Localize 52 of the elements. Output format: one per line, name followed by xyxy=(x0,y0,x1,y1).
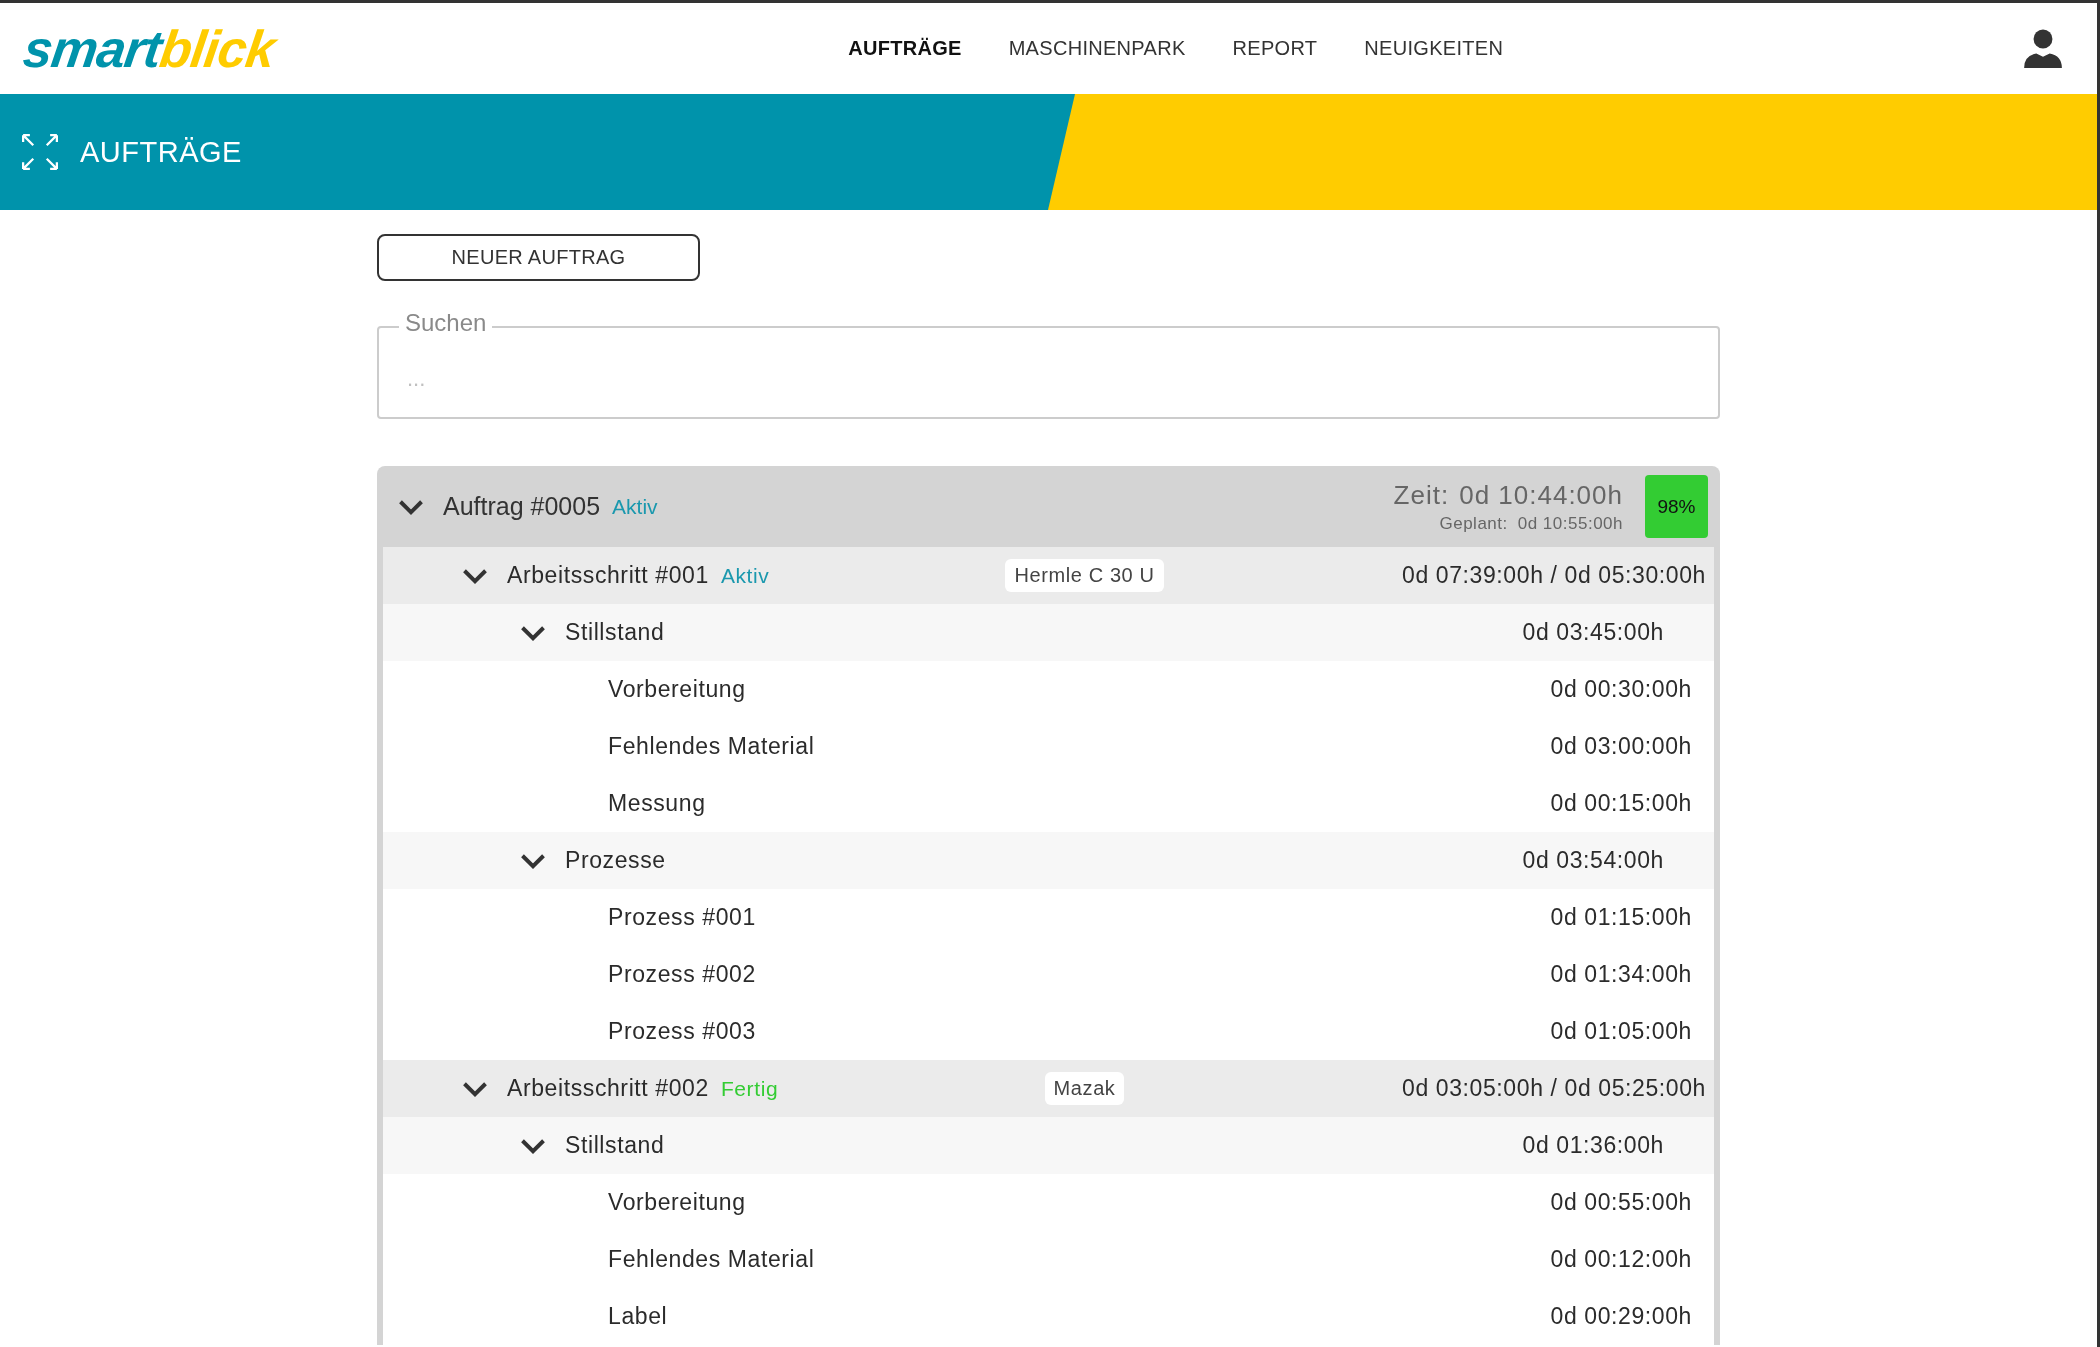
new-order-button[interactable]: NEUER AUFTRAG xyxy=(377,234,700,281)
item-time: 0d 01:15:00h xyxy=(1550,904,1692,931)
item-title: Prozess #001 xyxy=(608,904,757,931)
group-time: 0d 03:45:00h xyxy=(1522,619,1664,646)
order-title: Auftrag #0005 xyxy=(443,492,601,521)
item-title: Fehlendes Material xyxy=(608,733,816,760)
expand-icon[interactable] xyxy=(22,134,58,170)
item-time: 0d 00:29:00h xyxy=(1550,1303,1692,1330)
item-time: 0d 00:30:00h xyxy=(1550,676,1692,703)
group-row[interactable]: Stillstand 0d 01:36:00h xyxy=(383,1117,1714,1174)
machine-tag: Mazak xyxy=(1044,1072,1125,1105)
status-label: Fertig xyxy=(720,1076,779,1101)
nav-link[interactable]: MASCHINENPARK xyxy=(1008,37,1186,60)
user-icon[interactable] xyxy=(2023,28,2063,69)
group-row[interactable]: Stillstand 0d 03:45:00h xyxy=(383,604,1714,661)
item-title: Prozess #003 xyxy=(608,1018,757,1045)
group-row[interactable]: Prozesse 0d 03:54:00h xyxy=(383,832,1714,889)
step-row[interactable]: Arbeitsschritt #001 Aktiv Hermle C 30 U 0d 07:39:00h / 0d 05:30:00h xyxy=(383,547,1714,604)
item-title: Label xyxy=(608,1303,669,1330)
step-row[interactable]: Arbeitsschritt #002 Fertig Mazak 0d 03:05:00h / 0d 05:25:00h xyxy=(383,1060,1714,1117)
item-title: Messung xyxy=(608,790,707,817)
group-title: Prozesse xyxy=(565,847,666,874)
group-title: Stillstand xyxy=(565,1132,665,1159)
step-title: Arbeitsschritt #002 xyxy=(507,1075,709,1102)
group-time: 0d 03:54:00h xyxy=(1522,847,1664,874)
item-time: 0d 00:12:00h xyxy=(1550,1246,1692,1273)
status-label: Aktiv xyxy=(612,494,658,519)
item-time: 0d 00:55:00h xyxy=(1550,1189,1692,1216)
item-time: 0d 01:05:00h xyxy=(1550,1018,1692,1045)
status-label: Aktiv xyxy=(720,563,770,588)
item-time: 0d 00:15:00h xyxy=(1550,790,1692,817)
nav-link[interactable]: AUFTRÄGE xyxy=(848,37,962,60)
page-title: AUFTRÄGE xyxy=(80,135,242,169)
machine-tag: Hermle C 30 U xyxy=(1005,559,1164,592)
item-time: 0d 01:34:00h xyxy=(1550,961,1692,988)
step-time: 0d 03:05:00h / 0d 05:25:00h xyxy=(1402,1075,1706,1102)
time-text: Zeit: 0d 10:44:00h xyxy=(1393,479,1623,511)
step-title: Arbeitsschritt #001 xyxy=(507,562,709,589)
item-title: Fehlendes Material xyxy=(608,1246,816,1273)
nav-link[interactable]: REPORT xyxy=(1232,37,1318,60)
group-title: Stillstand xyxy=(565,619,665,646)
percent-badge: 98% xyxy=(1645,475,1708,538)
item-title: Vorbereitung xyxy=(608,676,747,703)
planned-text: Geplant: 0d 10:55:00h xyxy=(1439,513,1623,534)
item-title: Vorbereitung xyxy=(608,1189,747,1216)
item-title: Prozess #002 xyxy=(608,961,757,988)
step-time: 0d 07:39:00h / 0d 05:30:00h xyxy=(1402,562,1706,589)
logo: smartblick xyxy=(20,22,278,75)
nav-link[interactable]: NEUIGKEITEN xyxy=(1364,37,1504,60)
item-time: 0d 03:00:00h xyxy=(1550,733,1692,760)
order-header[interactable]: Auftrag #0005 Aktiv Zeit: 0d 10:44:00h Geplant: 0d 10:55:00h 98% xyxy=(377,466,1720,547)
group-time: 0d 01:36:00h xyxy=(1522,1132,1664,1159)
